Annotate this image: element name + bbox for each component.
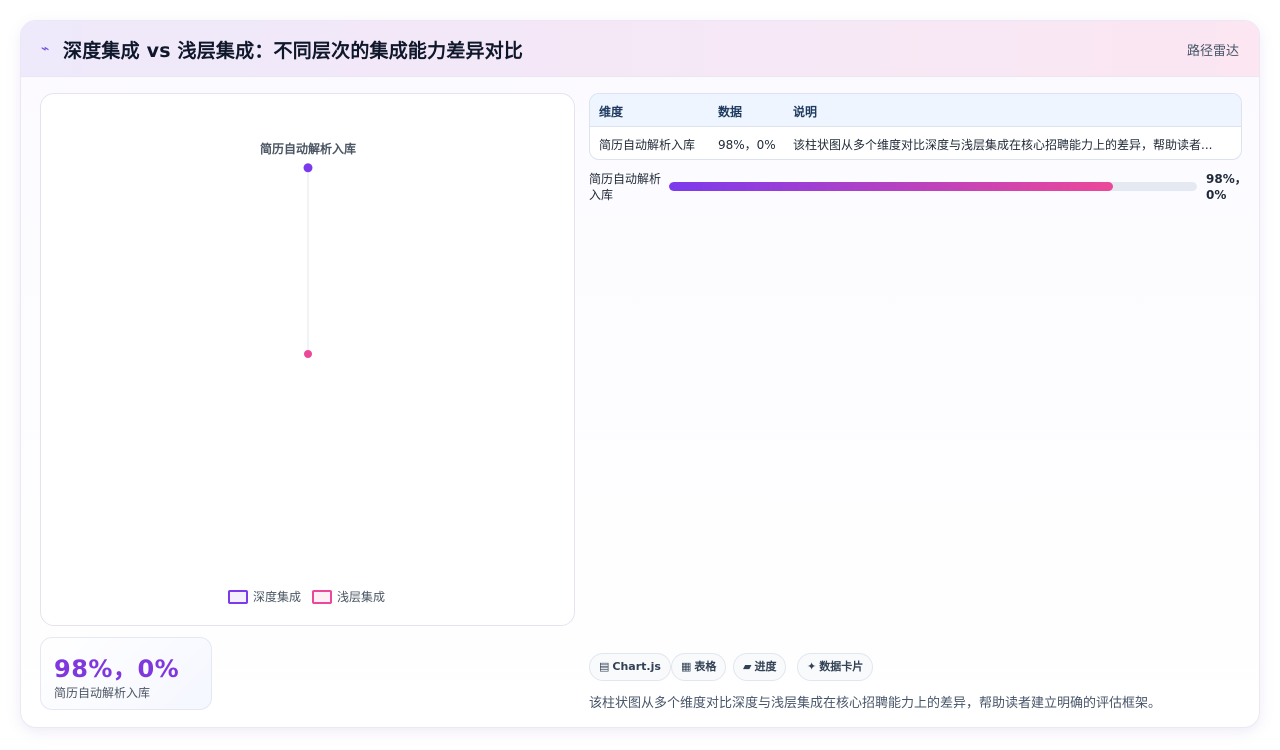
column-header-data: 数据 [718,105,743,119]
chip-data-card[interactable]: ✦ 数据卡片 [797,653,874,681]
chip-progress[interactable]: ▰ 进度 [733,653,787,681]
pulse-icon: ⌁ [41,41,50,57]
header-tag[interactable]: 路径雷达 [1187,40,1239,59]
footer-description: 该柱状图从多个维度对比深度与浅层集成在核心招聘能力上的差异，帮助读者建立明确的评… [589,696,1162,711]
chart-icon: ▤ [599,660,610,673]
radar-point-shallow [304,350,312,358]
chip-chartjs[interactable]: ▤ Chart.js [589,653,671,681]
legend-label-shallow: 浅层集成 [337,589,385,604]
chip-table[interactable]: ▦ 表格 [671,653,727,681]
progress-label: 简历自动解析入库 [589,172,662,202]
stat-value: 98%，0% [54,655,180,683]
progress-track [669,182,1197,191]
sparkle-icon: ✦ [807,660,817,673]
data-table: 维度 数据 说明 简历自动解析入库 98%，0% 该柱状图从多个维度对比深度与浅… [589,93,1242,160]
stat-card: 98%，0% 简历自动解析入库 [40,637,212,710]
legend-label-deep: 深度集成 [253,589,301,604]
radar-axis-label: 简历自动解析入库 [260,141,356,156]
table-header: 维度 数据 说明 [590,94,1241,127]
radar-chart: 简历自动解析入库深度集成 浅层集成 [228,141,385,604]
radar-point-deep [303,163,313,173]
column-header-desc: 说明 [793,105,818,119]
cell-desc: 该柱状图从多个维度对比深度与浅层集成在核心招聘能力上的差异，帮助读者... [793,138,1213,152]
legend-swatch-shallow [312,590,332,604]
progress-fill [669,182,1113,191]
stat-label: 简历自动解析入库 [54,686,151,700]
cell-dimension: 简历自动解析入库 [599,138,696,152]
header: ⌁ 深度集成 vs 浅层集成：不同层次的集成能力差异对比 路径雷达 [21,21,1259,77]
page-title: 深度集成 vs 浅层集成：不同层次的集成能力差异对比 [63,40,524,62]
radar-chart-panel: 简历自动解析入库深度集成 浅层集成 [40,93,575,626]
progress-value: 98%，0% [1206,172,1247,202]
progress-item: 简历自动解析入库 98%，0% [589,171,1247,207]
legend-swatch-deep [228,590,248,604]
table-icon: ▦ [681,660,692,673]
cell-data: 98%，0% [718,138,776,152]
progress-icon: ▰ [743,660,752,673]
main-card: ⌁ 深度集成 vs 浅层集成：不同层次的集成能力差异对比 路径雷达 简历自动解析… [20,20,1260,728]
column-header-dimension: 维度 [599,105,624,119]
